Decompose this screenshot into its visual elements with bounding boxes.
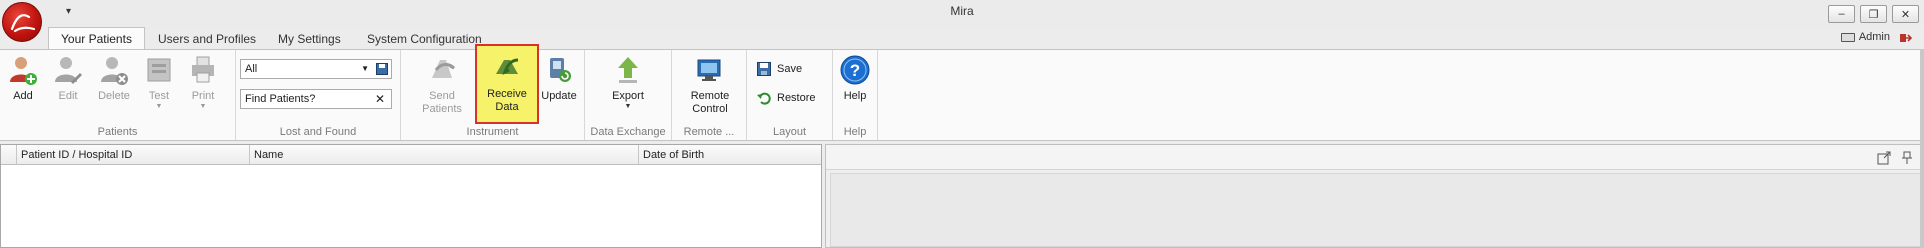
help-group-label: Help: [843, 126, 867, 138]
restore-layout-button[interactable]: Restore: [757, 91, 816, 105]
receive-data-button[interactable]: Receive Data: [475, 44, 539, 124]
lost-and-found-group: All ▼ Find Patients? ✕ Lost and Found: [236, 50, 401, 140]
layout-group: Save Restore Layout: [747, 50, 833, 140]
remote-group: Remote Control Remote ...: [672, 50, 747, 140]
window-title: Mira: [950, 4, 974, 18]
patients-group-label: Patients: [97, 126, 138, 138]
help-group: ? Help Help: [833, 50, 878, 140]
user-menu[interactable]: Admin: [1840, 31, 1890, 43]
print-icon: [192, 56, 214, 83]
column-header-name[interactable]: Name: [249, 145, 638, 165]
receive-data-icon: [496, 58, 519, 75]
minimize-button[interactable]: –: [1828, 5, 1855, 23]
help-button[interactable]: ? Help: [838, 54, 872, 103]
undock-icon[interactable]: [1877, 151, 1891, 165]
test-label: Test: [148, 90, 170, 102]
print-dropdown-icon: ▼: [199, 103, 207, 110]
restore-icon: [757, 92, 771, 105]
update-button[interactable]: Update: [539, 54, 579, 103]
add-label: Add: [13, 90, 33, 102]
tab-system-configuration[interactable]: System Configuration: [355, 28, 494, 50]
grid-header: Patient ID / Hospital ID Name Date of Bi…: [1, 145, 821, 165]
layout-group-label: Layout: [772, 126, 807, 138]
restore-window-button[interactable]: ❐: [1860, 5, 1887, 23]
send-patients-icon: [432, 60, 456, 78]
clear-search-icon[interactable]: ✕: [375, 90, 385, 108]
add-patient-icon: [10, 57, 37, 85]
chevron-down-icon: ▼: [361, 64, 369, 73]
instrument-group: Send Patients Receive Data Update Instru…: [401, 44, 585, 140]
save-icon: [757, 62, 771, 76]
edit-patient-icon: [55, 57, 82, 84]
find-patients-input[interactable]: Find Patients? ✕: [240, 89, 392, 109]
column-header-patient-id[interactable]: Patient ID / Hospital ID: [16, 145, 249, 165]
save-label: Save: [777, 63, 803, 75]
tab-my-settings[interactable]: My Settings: [266, 28, 353, 50]
save-filter-icon[interactable]: [376, 63, 388, 75]
patients-group: Add Edit Delete Test ▼ Print ▼ Patients: [0, 50, 236, 140]
patient-grid: Patient ID / Hospital ID Name Date of Bi…: [0, 144, 822, 248]
remote-control-button[interactable]: Remote Control: [682, 54, 738, 116]
detail-panel-header: [826, 145, 1923, 170]
delete-patient-button[interactable]: Delete: [96, 54, 132, 103]
test-button[interactable]: Test ▼: [144, 54, 174, 111]
instrument-group-label: Instrument: [466, 126, 519, 138]
data-exchange-group: Export ▼ Data Exchange: [585, 50, 672, 140]
help-icon: ?: [840, 55, 870, 85]
title-bar: ▾ Mira – ❐ ✕: [0, 0, 1924, 30]
close-button[interactable]: ✕: [1892, 5, 1919, 23]
patient-filter-value: All: [245, 63, 258, 75]
remote-control-icon: [697, 59, 721, 81]
remote-control-label: Remote Control: [690, 90, 730, 115]
restore-label: Restore: [777, 92, 816, 104]
print-button[interactable]: Print ▼: [188, 54, 218, 111]
receive-data-label: Receive Data: [487, 88, 527, 113]
test-dropdown-icon: ▼: [155, 103, 163, 110]
export-button[interactable]: Export ▼: [605, 54, 651, 111]
svg-text:?: ?: [850, 61, 860, 80]
test-icon: [147, 58, 171, 82]
export-dropdown-icon: ▼: [624, 103, 632, 110]
edit-patient-button[interactable]: Edit: [53, 54, 83, 103]
save-layout-button[interactable]: Save: [757, 62, 802, 76]
remote-group-label: Remote ...: [683, 126, 735, 138]
tab-users-and-profiles[interactable]: Users and Profiles: [146, 28, 268, 50]
add-patient-button[interactable]: Add: [8, 54, 38, 103]
export-label: Export: [612, 90, 644, 102]
help-label: Help: [843, 90, 867, 102]
detail-panel: [825, 144, 1924, 248]
print-label: Print: [191, 90, 215, 102]
column-header-date-of-birth[interactable]: Date of Birth: [638, 145, 821, 165]
delete-patient-icon: [101, 57, 128, 85]
ribbon: Add Edit Delete Test ▼ Print ▼ Patients …: [0, 44, 1924, 141]
lost-and-found-group-label: Lost and Found: [279, 126, 357, 138]
app-menu-button[interactable]: [2, 2, 42, 42]
tab-your-patients[interactable]: Your Patients: [48, 27, 145, 50]
delete-label: Delete: [98, 90, 130, 102]
patient-filter-select[interactable]: All ▼: [240, 59, 392, 79]
send-patients-button[interactable]: Send Patients: [409, 54, 475, 116]
data-exchange-group-label: Data Exchange: [590, 126, 666, 138]
update-icon: [550, 58, 571, 82]
pin-icon[interactable]: [1901, 151, 1913, 165]
window-edge-scrollbar[interactable]: [1920, 49, 1924, 248]
row-indicator-header: [1, 145, 16, 165]
exit-icon[interactable]: [1898, 31, 1912, 45]
send-patients-label: Send Patients: [422, 90, 462, 115]
find-patients-value: Find Patients?: [245, 93, 316, 105]
app-logo-icon: [10, 14, 36, 33]
detail-panel-body: [830, 173, 1923, 247]
edit-label: Edit: [58, 90, 78, 102]
update-label: Update: [541, 90, 577, 102]
export-icon: [618, 57, 638, 83]
user-name: Admin: [1858, 31, 1890, 43]
keyboard-icon: [1840, 32, 1855, 42]
